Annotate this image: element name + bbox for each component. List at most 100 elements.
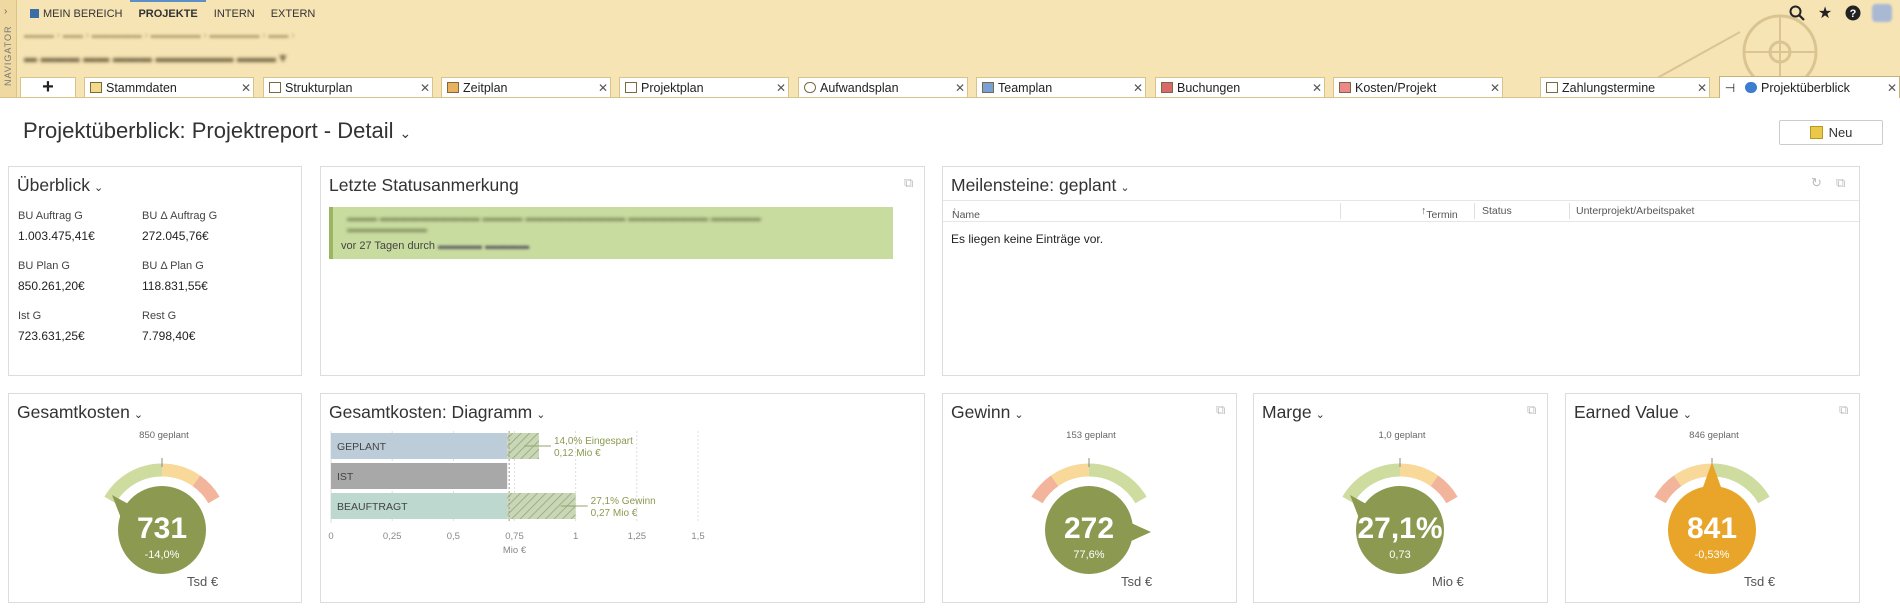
tab-zeitplan[interactable]: Zeitplan ✕: [441, 77, 611, 97]
gauge-subvalue: 0,73: [1389, 549, 1410, 561]
cost-icon: [1339, 82, 1351, 93]
tab-bar: + Stammdaten ✕ Strukturplan ✕ Zeitplan ✕ Pr…: [0, 76, 1900, 98]
gauge-title[interactable]: Earned Value ⌄: [1574, 402, 1692, 423]
tab-projektueberblick[interactable]: ⊣ Projektüberblick ✕: [1719, 76, 1900, 98]
page-title[interactable]: Projektüberblick: Projektreport - Detail…: [23, 118, 411, 144]
help-icon[interactable]: ?: [1844, 4, 1862, 22]
gauge-subvalue: 77,6%: [1073, 549, 1104, 561]
column-name[interactable]: Name ↑: [952, 205, 980, 221]
tab-kosten-projekt[interactable]: Kosten/Projekt ✕: [1333, 77, 1503, 97]
column-status[interactable]: Status: [1482, 205, 1512, 217]
effort-clock-icon: [804, 82, 816, 93]
x-axis-label: Mio €: [503, 545, 527, 556]
tab-strukturplan[interactable]: Strukturplan ✕: [263, 77, 433, 97]
tab-teamplan[interactable]: Teamplan ✕: [976, 77, 1146, 97]
overview-panel: Überblick ⌄ BU Auftrag G 1.003.475,41€ BU …: [8, 166, 302, 376]
gauge-subvalue: -14,0%: [145, 549, 180, 561]
breadcrumb[interactable]: ▬▬▬ › ▬▬ › ▬▬▬▬▬ › ▬▬▬▬▬ › ▬▬▬▬▬ › ▬▬ ›: [24, 30, 295, 41]
gauge-title[interactable]: Marge ⌄: [1262, 402, 1325, 423]
gauge-chart: 27,1% 0,73: [1342, 458, 1458, 574]
kv-rest: Rest G 7.798,40€: [142, 310, 196, 343]
add-tab-button[interactable]: +: [20, 76, 76, 98]
close-tab-icon[interactable]: ✕: [1310, 81, 1324, 95]
unit-label: Tsd €: [1121, 574, 1153, 589]
close-tab-icon[interactable]: ✕: [953, 81, 967, 95]
gauge-band: [1654, 475, 1682, 504]
x-tick-label: 0,75: [505, 531, 524, 542]
gauge-title[interactable]: Gesamtkosten ⌄: [17, 402, 143, 423]
close-tab-icon[interactable]: ✕: [774, 81, 788, 95]
topnav-intern[interactable]: INTERN: [206, 0, 263, 28]
close-tab-icon[interactable]: ✕: [1131, 81, 1145, 95]
new-icon: [1809, 126, 1823, 139]
chart-title[interactable]: Gesamtkosten: Diagramm ⌄: [329, 402, 545, 423]
topnav-projekte[interactable]: PROJEKTE: [130, 0, 206, 30]
tab-aufwandsplan[interactable]: Aufwandsplan ✕: [798, 77, 968, 97]
external-link-icon[interactable]: ⧉: [1836, 175, 1850, 190]
column-unterprojekt[interactable]: Unterprojekt/Arbeitspaket: [1576, 205, 1694, 217]
external-link-icon[interactable]: ⧉: [1527, 402, 1541, 417]
status-title: Letzte Statusanmerkung: [329, 175, 519, 195]
external-link-icon[interactable]: ⧉: [904, 175, 918, 190]
chevron-down-icon[interactable]: ⌄: [536, 409, 545, 421]
new-button[interactable]: Neu: [1779, 120, 1883, 145]
gantt-icon: [447, 82, 459, 93]
bar-label: IST: [337, 471, 354, 483]
close-tab-icon[interactable]: ✕: [1488, 81, 1502, 95]
kv-ist: Ist G 723.631,25€: [18, 310, 85, 343]
search-icon[interactable]: [1788, 4, 1806, 22]
milestones-table-header: Name ↑ ↑ Termin Status Unterprojekt/Arbe…: [943, 200, 1859, 222]
close-tab-icon[interactable]: ✕: [1885, 81, 1899, 95]
overview-title[interactable]: Überblick ⌄: [17, 175, 103, 196]
external-link-icon[interactable]: ⧉: [1839, 402, 1853, 417]
chevron-down-icon[interactable]: ⌄: [1316, 409, 1325, 421]
chevron-down-icon[interactable]: ⌄: [1014, 409, 1023, 421]
project-selector[interactable]: ▬ ▬▬▬ ▬▬ ▬▬▬ ▬▬▬▬▬▬ ▬▬▬ ▾: [24, 50, 286, 66]
structure-icon: [269, 82, 281, 93]
topnav-extern[interactable]: EXTERN: [263, 0, 324, 28]
x-tick-label: 0: [328, 531, 333, 542]
gauge-panel-marge: Marge ⌄ ⧉ 1,0 geplant 27,1% 0,73 Mio €: [1253, 393, 1548, 603]
milestones-title[interactable]: Meilensteine: geplant ⌄: [951, 175, 1130, 196]
status-panel: Letzte Statusanmerkung ⧉ ▬▬▬ ▬▬▬▬▬▬▬▬▬▬ …: [320, 166, 925, 376]
chevron-down-icon[interactable]: ⌄: [1683, 409, 1692, 421]
gauge-title[interactable]: Gewinn ⌄: [951, 402, 1024, 423]
user-avatar[interactable]: [1872, 4, 1892, 22]
status-note[interactable]: ▬▬▬ ▬▬▬▬▬▬▬▬▬▬ ▬▬▬▬ ▬▬▬▬▬▬▬▬▬▬ ▬▬▬▬▬▬▬▬ …: [329, 207, 893, 259]
tab-stammdaten[interactable]: Stammdaten ✕: [84, 77, 254, 97]
gauge-chart: 731 -14,0%: [104, 458, 220, 574]
unit-label: Mio €: [1432, 574, 1464, 589]
external-link-icon[interactable]: ⧉: [1216, 402, 1230, 417]
close-tab-icon[interactable]: ✕: [418, 81, 432, 95]
topnav-mein-bereich[interactable]: MEIN BEREICH: [22, 0, 130, 28]
cost-bar-chart: 0 0,25 0,5 0,75 1 1,25 1,5 Mio € GEPLANT IST BEAUF…: [328, 431, 705, 556]
gauge-panel-earned-value: Earned Value ⌄ ⧉ 846 geplant 841 -0,53% Ts…: [1565, 393, 1860, 603]
cost-chart-panel: Gesamtkosten: Diagramm ⌄ 0 0,25 0,5 0,75 1 1,2…: [320, 393, 925, 603]
chevron-down-icon[interactable]: ⌄: [94, 182, 103, 194]
close-tab-icon[interactable]: ✕: [239, 81, 253, 95]
bar-ist: [331, 463, 508, 489]
tab-buchungen[interactable]: Buchungen ✕: [1155, 77, 1325, 97]
kv-bu-delta-auftrag: BU Δ Auftrag G 272.045,76€: [142, 210, 218, 243]
unit-label: Tsd €: [1744, 574, 1776, 589]
star-icon[interactable]: ★: [1816, 4, 1834, 22]
author-redacted: ▬▬▬▬ ▬▬▬▬: [438, 240, 530, 252]
chevron-down-icon[interactable]: ⌄: [134, 409, 143, 421]
gauge-band: [1399, 463, 1439, 487]
expand-navigator-icon[interactable]: ›: [4, 6, 7, 17]
plan-icon: [625, 82, 637, 93]
chevron-down-icon[interactable]: ⌄: [399, 125, 411, 141]
tab-zahlungstermine[interactable]: Zahlungstermine ✕: [1540, 77, 1710, 97]
svg-text:?: ?: [1850, 8, 1857, 20]
close-tab-icon[interactable]: ✕: [596, 81, 610, 95]
refresh-icon[interactable]: ↻: [1811, 175, 1825, 190]
kv-bu-delta-plan: BU Δ Plan G 118.831,55€: [142, 260, 208, 293]
status-note-text-redacted: ▬▬▬ ▬▬▬▬▬▬▬▬▬▬ ▬▬▬▬ ▬▬▬▬▬▬▬▬▬▬ ▬▬▬▬▬▬▬▬ …: [347, 213, 761, 235]
chevron-down-icon[interactable]: ⌄: [1120, 182, 1129, 194]
tab-projektplan[interactable]: Projektplan ✕: [619, 77, 789, 97]
gauge-panel-gesamtkosten: Gesamtkosten ⌄ 850 geplant 731 -14,0% Tsd …: [8, 393, 302, 603]
close-tab-icon[interactable]: ✕: [1695, 81, 1709, 95]
savings-label: 27,1% Gewinn: [591, 496, 656, 507]
pin-icon[interactable]: ⊣: [1720, 81, 1740, 95]
column-termin[interactable]: ↑ Termin: [1421, 205, 1458, 221]
